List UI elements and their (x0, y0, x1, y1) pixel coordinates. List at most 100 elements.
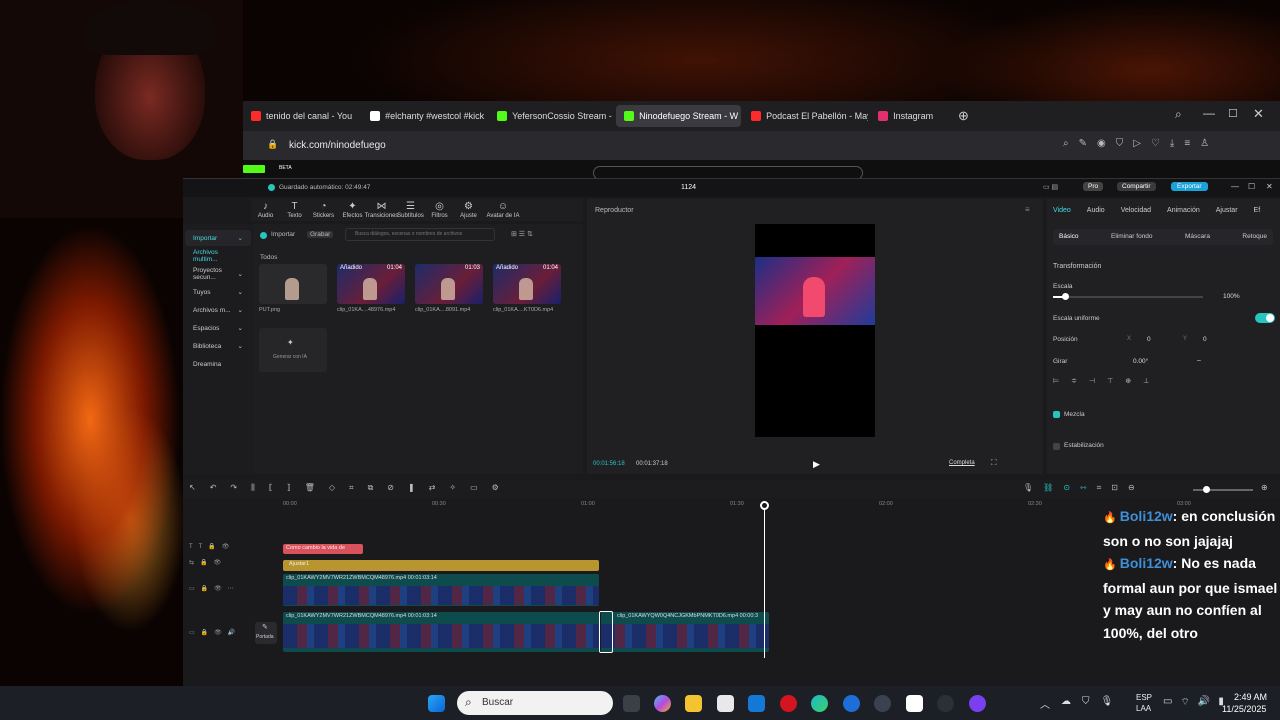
properties-tab-0[interactable]: Video (1053, 207, 1071, 214)
tab-2[interactable]: YefersonCossio Stream - V (489, 105, 614, 127)
properties-subtab-0[interactable]: Básico (1059, 233, 1079, 241)
text-track-controls[interactable]: TT🔒👁 (189, 543, 235, 550)
pro-badge[interactable]: Pro (1083, 182, 1104, 191)
tab-0[interactable]: tenido del canal - You (243, 105, 360, 127)
video-clip-main-1[interactable]: clip_01KAWY2MV7WR21ZWBMCQM48976.mp4 00:0… (283, 612, 599, 652)
properties-tab-2[interactable]: Velocidad (1121, 207, 1151, 214)
adjust-track-controls[interactable]: ⇆🔒👁 (189, 559, 227, 566)
zoom-icon[interactable]: ⌕ (1063, 138, 1069, 149)
heart-icon[interactable]: ♡ (1151, 138, 1160, 149)
playhead-knob[interactable] (760, 501, 769, 510)
media-item-3[interactable]: Añadido 01:04 clip_01KA....KT0D6.mp4 (493, 264, 561, 314)
stabilize-checkbox[interactable] (1053, 443, 1060, 450)
keyboard-layout-label[interactable]: LAA (1136, 704, 1151, 713)
ratio-button[interactable]: Completa (949, 460, 975, 466)
nav-item-4[interactable]: Archivos m... ⌄ (185, 302, 251, 318)
properties-subtab-1[interactable]: Eliminar fondo (1111, 233, 1153, 241)
new-tab-icon[interactable]: ⊕ (958, 108, 969, 124)
toolbar-5[interactable]: ☰ Subtítulos (396, 202, 425, 220)
scale-value[interactable]: 100% (1223, 293, 1240, 300)
share-button[interactable]: Compartir (1117, 182, 1156, 191)
properties-tab-5[interactable]: Ef (1254, 207, 1261, 214)
minimize-icon[interactable]: — (1203, 106, 1215, 120)
tab-5[interactable]: Instagram (870, 105, 941, 127)
generate-ai-card[interactable]: ✦ Generar con IA (259, 328, 327, 372)
video-clip-main-2[interactable]: clip_01KAWYQW0Q4NCJGKMbPNMKT0D6.mp4 00:0… (601, 612, 769, 652)
toolbar-2[interactable]: ◔ Stickers (309, 202, 338, 220)
media-item-2[interactable]: 01:03 clip_01KA....8091.mp4 (415, 264, 483, 314)
discord-icon[interactable] (969, 695, 986, 712)
uniform-scale-toggle[interactable] (1255, 313, 1275, 323)
profile-icon[interactable]: ♙ (1200, 138, 1209, 149)
clock-date[interactable]: 11/25/2025 (1222, 704, 1266, 714)
toolbar-4[interactable]: ⋈ Transiciones (365, 202, 399, 220)
store-icon[interactable] (717, 695, 734, 712)
browser-icon[interactable] (843, 695, 860, 712)
shield-icon[interactable]: ⛉ (1116, 138, 1124, 149)
copilot-icon[interactable] (654, 695, 671, 712)
camera-icon[interactable]: ◉ (1097, 138, 1106, 149)
scale-slider-track[interactable] (1053, 293, 1203, 300)
opera-icon[interactable] (780, 695, 797, 712)
url-text[interactable]: kick.com/ninodefuego (289, 140, 386, 151)
toolbar-6[interactable]: ◎ Filtros (425, 202, 454, 220)
nav-item-3[interactable]: Tuyos ⌄ (185, 284, 251, 300)
nav-item-5[interactable]: Espacios ⌄ (185, 320, 251, 336)
menu-icon[interactable]: ≡ (1184, 138, 1190, 149)
record-button[interactable]: Grabar (307, 231, 334, 238)
obs-icon[interactable] (937, 695, 954, 712)
tab-3[interactable]: Ninodefuego Stream - W (616, 105, 742, 127)
fullscreen-icon[interactable]: ⛶ (991, 458, 997, 468)
properties-tab-1[interactable]: Audio (1087, 207, 1105, 214)
toolbar-8[interactable]: ☺ Avatar de IA (483, 202, 523, 220)
tab-4[interactable]: Podcast El Pabellón - May (743, 105, 868, 127)
editor-minimize-icon[interactable]: — (1231, 182, 1239, 191)
file-explorer-icon[interactable] (685, 695, 702, 712)
properties-tab-4[interactable]: Ajustar (1216, 207, 1238, 214)
blend-checkbox[interactable] (1053, 411, 1060, 418)
capcut-icon[interactable] (906, 695, 923, 712)
outlook-icon[interactable] (748, 695, 765, 712)
nav-item-1[interactable]: Archivos multim... (185, 248, 251, 264)
taskbar-search[interactable]: ⌕ Buscar (457, 691, 613, 715)
project-title[interactable]: 1124 (681, 184, 696, 191)
scale-slider-handle[interactable] (1062, 293, 1069, 300)
properties-tab-3[interactable]: Animación (1167, 207, 1200, 214)
toolbar-0[interactable]: ♪ Audio (251, 202, 280, 220)
windows-start-icon[interactable] (428, 695, 445, 712)
video-clip-overlay[interactable]: clip_01KAWY2MV7WR21ZWBMCQM48976.mp4 00:0… (283, 574, 599, 606)
timeline-right-tools[interactable]: 🎙 ⛓ ⊙ ⇿ ⌗ ⊡ ⊖ (1023, 483, 1135, 493)
language-label[interactable]: ESP (1136, 693, 1152, 702)
view-options-icon[interactable]: ⊞ ☰ ⇅ (511, 230, 533, 238)
adjust-clip[interactable]: Ajustar1 (283, 560, 599, 571)
video-track-controls[interactable]: ▭🔒👁⋯ (189, 585, 240, 592)
align-buttons[interactable]: ⊨ ≑ ⊣ ⊤ ⊕ ⊥ (1053, 377, 1221, 389)
settings-icon[interactable] (874, 695, 891, 712)
pos-y-field[interactable]: 0 (1203, 336, 1207, 343)
play-icon[interactable]: ▷ (1133, 138, 1141, 149)
timeline-tools[interactable]: ↖ ↶ ↷ ⫼ ⟦ ⟧ 🗑 ◇ ⌗ ⧉ ⊘ ❚ ⇄ ✧ ▭ ⚙ (189, 483, 499, 493)
rotate-field[interactable]: 0.00° (1133, 358, 1148, 365)
media-item-0[interactable]: PUT.png (259, 264, 327, 314)
media-item-1[interactable]: Añadido 01:04 clip_01KA....48976.mp4 (337, 264, 405, 314)
cover-button[interactable]: ✎ Portada (255, 622, 277, 644)
nav-item-6[interactable]: Biblioteca ⌄ (185, 338, 251, 354)
playhead[interactable] (760, 501, 769, 658)
player-menu-icon[interactable]: ≡ (1025, 205, 1030, 214)
download-icon[interactable]: ⤓ (1170, 138, 1174, 149)
editor-close-icon[interactable]: ✕ (1266, 182, 1273, 191)
nav-item-2[interactable]: Proyectos secun... ⌄ (185, 266, 251, 282)
toolbar-1[interactable]: T Texto (280, 202, 309, 220)
edit-icon[interactable]: ✎ (1079, 138, 1087, 149)
zoom-slider[interactable] (1193, 486, 1253, 493)
toolbar-7[interactable]: ⚙ Ajuste (454, 202, 483, 220)
task-view-icon[interactable] (623, 695, 640, 712)
properties-subtab-3[interactable]: Retoque (1242, 233, 1267, 241)
search-tabs-icon[interactable]: ⌕ (1175, 107, 1182, 122)
edge-icon[interactable] (811, 695, 828, 712)
editor-maximize-icon[interactable]: ☐ (1248, 182, 1255, 191)
zoom-slider-handle[interactable] (1203, 486, 1210, 493)
layout-icon[interactable]: ▭ ▤ (1043, 183, 1058, 191)
all-filter[interactable]: Todos (260, 254, 277, 261)
status-icons[interactable]: ▭ ⌔ 🔊 ▮ (1163, 696, 1224, 709)
